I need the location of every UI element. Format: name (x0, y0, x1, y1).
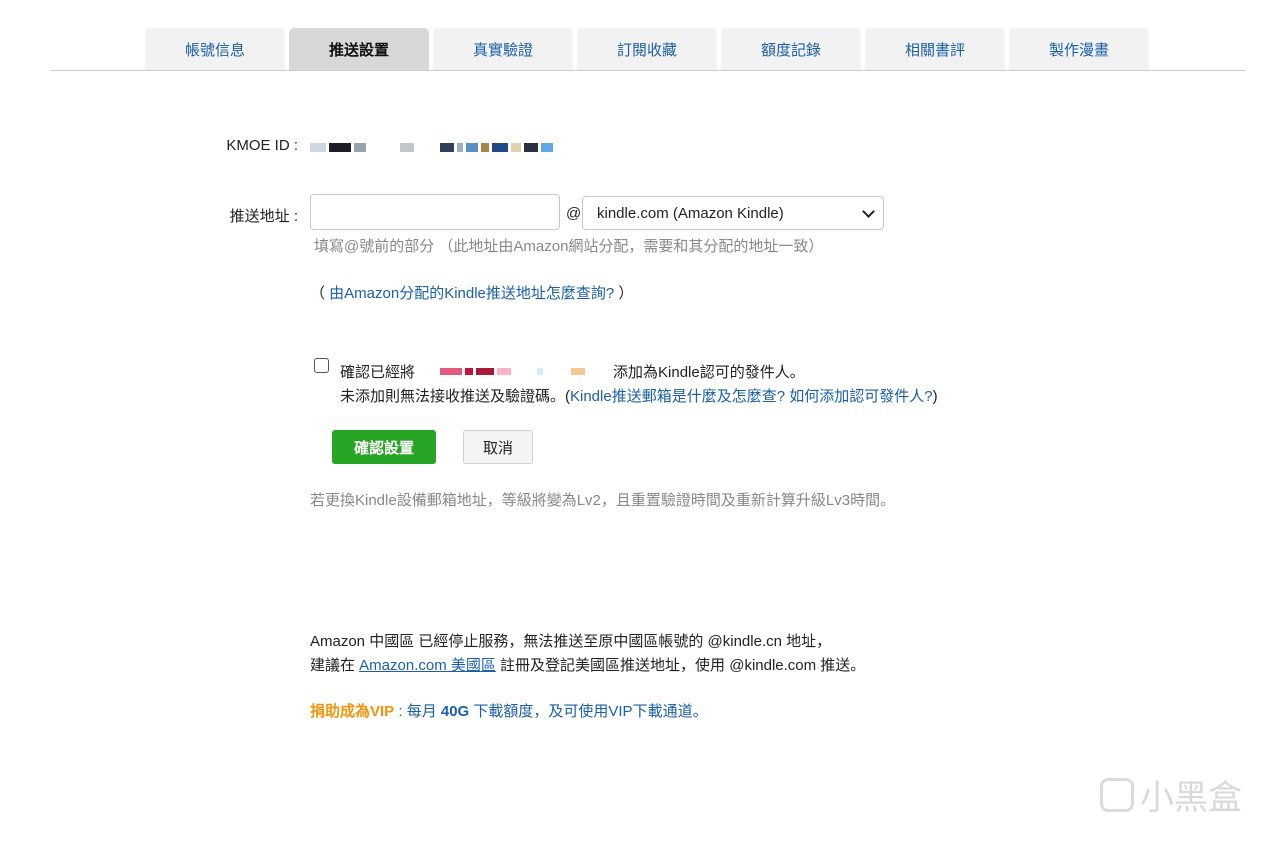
confirm-sender-text: 確認已經將 添加為Kindle認可的發件人。 (340, 361, 805, 382)
tab-account-info[interactable]: 帳號信息 (145, 28, 285, 70)
help-row: （ 由Amazon分配的Kindle推送地址怎麼查詢? ） (310, 282, 633, 303)
domain-select[interactable]: kindle.com (Amazon Kindle) (582, 196, 884, 230)
push-hint: 填寫@號前的部分 （此地址由Amazon網站分配，需要和其分配的地址一致） (314, 238, 824, 255)
tab-bar: 帳號信息 推送設置 真實驗證 訂閱收藏 額度記錄 相關書評 製作漫畫 (145, 28, 1149, 70)
amazon-us-link[interactable]: Amazon.com 美國區 (359, 657, 496, 674)
vip-sep: : 每月 (394, 703, 441, 720)
tab-real-verify[interactable]: 真實驗證 (433, 28, 573, 70)
tab-make-comics[interactable]: 製作漫畫 (1009, 28, 1149, 70)
confirm-note-text: 未添加則無法接收推送及驗證碼。( (340, 388, 570, 405)
confirm-prefix: 確認已經將 (340, 364, 416, 381)
chevron-down-icon (862, 204, 875, 218)
tab-quota-records[interactable]: 額度記錄 (721, 28, 861, 70)
tab-push-settings[interactable]: 推送設置 (289, 28, 429, 70)
at-sign: @ (566, 205, 582, 222)
sender-help-link[interactable]: Kindle推送郵箱是什麼及怎麼查? 如何添加認可發件人? (570, 388, 933, 405)
confirm-settings-button[interactable]: 確認設置 (332, 430, 436, 464)
china-notice-line1: Amazon 中國區 已經停止服務，無法推送至原中國區帳號的 @kindle.c… (310, 633, 832, 650)
confirm-suffix: 添加為Kindle認可的發件人。 (613, 364, 805, 381)
help-paren-close: ） (614, 285, 634, 302)
device-change-warning: 若更換Kindle設備郵箱地址，等級將變為Lv2，且重置驗證時間及重新計算升級L… (310, 492, 896, 509)
tab-divider (50, 70, 1245, 71)
tab-book-reviews[interactable]: 相關書評 (865, 28, 1005, 70)
cancel-button[interactable]: 取消 (463, 430, 533, 464)
china-notice-line2: 建議在 Amazon.com 美國區 註冊及登記美國區推送地址，使用 @kind… (310, 654, 865, 675)
vip-text: 下載額度，及可使用VIP下載通道。 (469, 703, 708, 720)
domain-select-value: kindle.com (Amazon Kindle) (597, 204, 784, 222)
kmoe-id-redacted (310, 140, 553, 154)
vip-amount: 40G (440, 703, 470, 720)
help-paren-open: （ (310, 285, 330, 302)
vip-link[interactable]: 捐助成為VIP (310, 703, 394, 720)
vip-promo: 捐助成為VIP : 每月 40G 下載額度，及可使用VIP下載通道。 (310, 700, 708, 721)
tab-subscriptions[interactable]: 訂閱收藏 (577, 28, 717, 70)
push-address-label: 推送地址 : (229, 208, 298, 225)
confirm-note-close: ) (932, 388, 938, 405)
notice-prefix: 建議在 (310, 657, 360, 674)
heybox-logo-icon (1100, 777, 1134, 812)
watermark-text: 小黑盒 (1140, 779, 1242, 817)
watermark: 小黑盒 (1100, 770, 1242, 819)
confirm-note: 未添加則無法接收推送及驗證碼。(Kindle推送郵箱是什麼及怎麼查? 如何添加認… (340, 385, 938, 406)
push-email-input[interactable] (310, 194, 560, 230)
kindle-address-help-link[interactable]: 由Amazon分配的Kindle推送地址怎麼查詢? (329, 285, 614, 302)
confirm-sender-checkbox[interactable] (314, 358, 329, 373)
kmoe-id-label: KMOE ID : (226, 137, 298, 154)
notice-suffix: 註冊及登記美國區推送地址，使用 @kindle.com 推送。 (495, 657, 866, 674)
sender-redacted (419, 368, 609, 375)
